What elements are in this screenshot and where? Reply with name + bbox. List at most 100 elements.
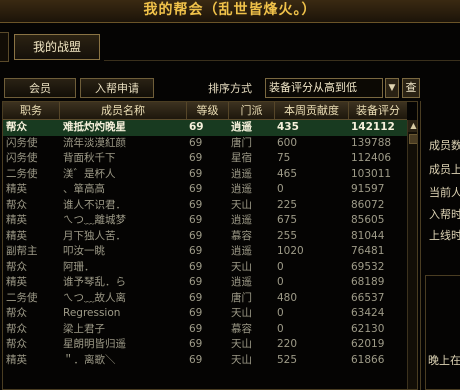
sort-select[interactable]: 装备评分从高到低: [265, 78, 383, 98]
table-row[interactable]: 精英 谁予琴乱．ら 69 逍遥 0 68189: [3, 275, 407, 291]
member-contribution: 225: [277, 198, 298, 211]
column-header-role[interactable]: 职务: [3, 102, 60, 119]
column-header-contribution[interactable]: 本周贡献度: [275, 102, 349, 119]
member-level: 69: [189, 121, 204, 133]
member-role: 帮众: [6, 322, 27, 335]
member-name: 阿珊．: [63, 260, 95, 273]
member-contribution: 0: [277, 260, 284, 273]
member-role: 精英: [6, 276, 27, 288]
chevron-down-icon[interactable]: ▼: [385, 78, 399, 98]
table-row[interactable]: 精英 月下独人苦． 69 慕容 255 81044: [3, 229, 407, 245]
member-score: 85605: [351, 214, 385, 226]
current-online-label: 当前人: [429, 186, 460, 199]
table-row[interactable]: 帮众 难抵灼灼晚星 69 逍遥 435 142112: [3, 120, 407, 136]
member-contribution: 0: [277, 276, 284, 288]
column-header-level[interactable]: 等级: [187, 102, 229, 119]
member-school: 天山: [231, 353, 252, 366]
table-scrollbar[interactable]: ▲: [407, 120, 417, 389]
column-header-school[interactable]: 门派: [229, 102, 275, 119]
member-name: ㄟつ﹏離城梦: [63, 214, 126, 226]
member-role: 闪务使: [6, 136, 38, 149]
member-contribution: 600: [277, 136, 298, 149]
scroll-thumb[interactable]: [409, 134, 417, 144]
member-score: 91597: [351, 183, 385, 195]
member-level: 69: [189, 152, 203, 164]
member-role: 二务使: [6, 291, 38, 304]
member-contribution: 75: [277, 152, 291, 164]
member-role: 精英: [6, 353, 27, 366]
guild-info-panel: 成员数 成员上 当前人 入帮时 上线时 晚上在: [420, 101, 460, 390]
member-school: 逍遥: [231, 276, 252, 288]
member-level: 69: [189, 353, 203, 366]
arrow-up-icon[interactable]: ▲: [408, 120, 417, 132]
member-score: 86072: [351, 198, 385, 211]
member-school: 慕容: [231, 229, 252, 242]
table-row[interactable]: 帮众 星朗明皆归遥 69 天山 220 62019: [3, 337, 407, 353]
member-level: 69: [189, 338, 203, 350]
member-role: 副帮主: [6, 245, 38, 257]
table-row[interactable]: 闪务使 流年淡漠紅颜 69 唐门 600 139788: [3, 136, 407, 152]
member-role: 帮众: [6, 121, 27, 133]
member-score: 66537: [351, 291, 385, 304]
table-row[interactable]: 帮众 梁上君子 69 慕容 0 62130: [3, 322, 407, 338]
member-school: 唐门: [231, 136, 252, 149]
member-school: 逍遥: [231, 183, 252, 195]
table-row[interactable]: 精英 、箪高高 69 逍遥 0 91597: [3, 182, 407, 198]
join-time-label: 入帮时: [429, 208, 460, 221]
table-row[interactable]: 精英 ㄟつ﹏離城梦 69 逍遥 675 85605: [3, 213, 407, 229]
member-name: 流年淡漠紅颜: [63, 136, 126, 149]
member-contribution: 0: [277, 183, 284, 195]
tab-divider: [104, 60, 460, 61]
member-role: 帮众: [6, 338, 27, 350]
member-score: 139788: [351, 136, 392, 149]
table-row[interactable]: 副帮主 叩汝一眺 69 逍遥 1020 76481: [3, 244, 407, 260]
view-button[interactable]: 查: [402, 78, 420, 98]
guild-notice-box: 晚上在: [425, 275, 460, 390]
tab-frame-edge: [0, 32, 9, 62]
member-level: 69: [189, 245, 203, 257]
member-school: 逍遥: [231, 121, 252, 133]
table-row[interactable]: 帮众 阿珊． 69 天山 0 69532: [3, 260, 407, 276]
member-level: 69: [189, 260, 203, 273]
table-row[interactable]: 二务使 渼゛是杯人 69 逍遥 465 103011: [3, 167, 407, 183]
tab-my-guild[interactable]: 我的战盟: [14, 34, 100, 60]
member-name: 难抵灼灼晚星: [63, 121, 126, 133]
join-requests-button[interactable]: 入帮申请: [80, 78, 154, 98]
member-level: 69: [189, 136, 203, 149]
guild-notice-text: 晚上在: [428, 354, 460, 367]
member-level: 69: [189, 307, 203, 319]
member-name: 梁上君子: [63, 322, 105, 335]
member-count-label: 成员数: [429, 139, 460, 152]
window-title: 我的帮会（乱世皆烽火。）: [0, 0, 460, 23]
table-row[interactable]: 帮众 谁人不识君． 69 天山 225 86072: [3, 198, 407, 214]
member-name: 谁予琴乱．ら: [63, 276, 126, 288]
member-contribution: 480: [277, 291, 298, 304]
member-score: 62130: [351, 322, 385, 335]
member-level: 69: [189, 198, 203, 211]
member-name: 渼゛是杯人: [63, 167, 116, 180]
member-level: 69: [189, 291, 203, 304]
member-name: 背面秋千下: [63, 152, 116, 164]
member-school: 逍遥: [231, 214, 252, 226]
member-score: 142112: [351, 121, 395, 133]
table-row[interactable]: 精英 ＂．离歌＼ 69 天山 525 61866: [3, 353, 407, 369]
last-online-label: 上线时: [429, 229, 460, 242]
tab-bar: 我的战盟: [0, 30, 460, 62]
member-table: 职务 成员名称 等级 门派 本周贡献度 装备评分 帮众 难抵灼灼晚星 69 逍遥 435…: [2, 101, 418, 390]
member-score: 112406: [351, 152, 392, 164]
member-contribution: 0: [277, 322, 284, 335]
member-name: ㄟつ﹏故人离: [63, 291, 126, 304]
table-row[interactable]: 闪务使 背面秋千下 69 星宿 75 112406: [3, 151, 407, 167]
members-button[interactable]: 会员: [4, 78, 76, 98]
member-contribution: 255: [277, 229, 298, 242]
column-header-name[interactable]: 成员名称: [60, 102, 187, 119]
table-row[interactable]: 帮众 Regression 69 天山 0 63424: [3, 306, 407, 322]
column-header-score[interactable]: 装备评分: [349, 102, 407, 119]
member-contribution: 220: [277, 338, 298, 350]
member-role: 精英: [6, 183, 27, 195]
member-score: 61866: [351, 353, 385, 366]
member-name: 、箪高高: [63, 183, 105, 195]
member-score: 68189: [351, 276, 385, 288]
member-score: 81044: [351, 229, 385, 242]
table-row[interactable]: 二务使 ㄟつ﹏故人离 69 唐门 480 66537: [3, 291, 407, 307]
